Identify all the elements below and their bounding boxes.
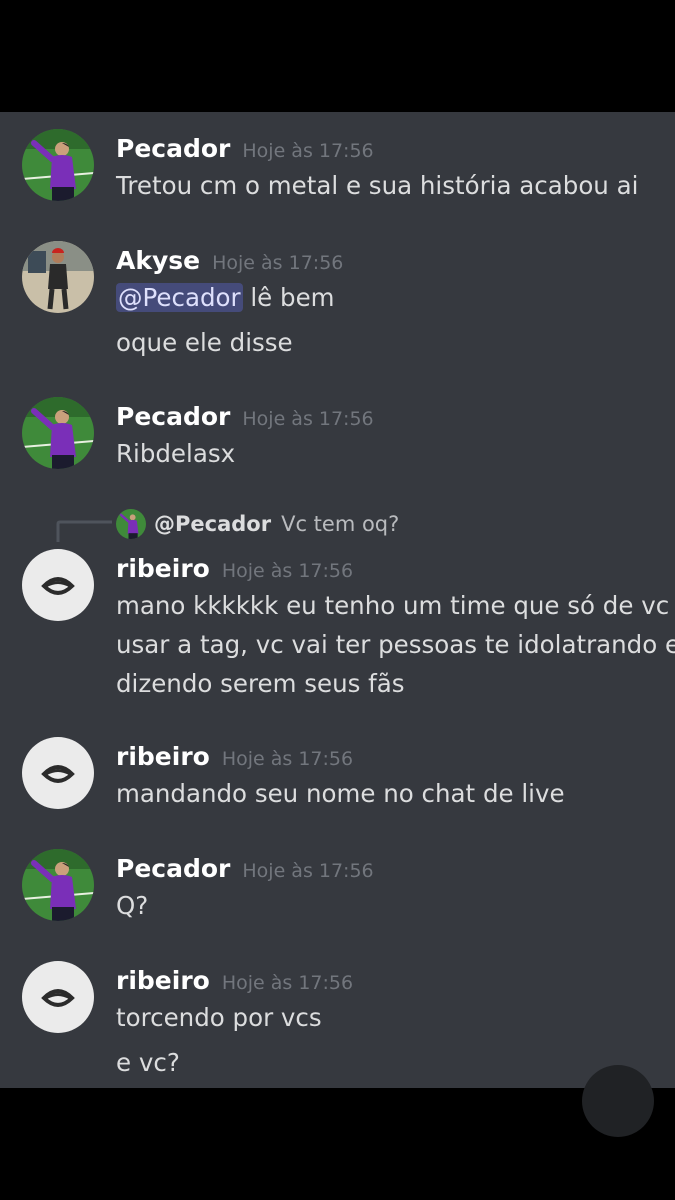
message-text: mandando seu nome no chat de live (116, 779, 565, 808)
eye-icon (41, 765, 75, 783)
message-text: e vc? (116, 1048, 180, 1077)
timestamp: Hoje às 17:56 (242, 140, 374, 162)
author-name[interactable]: ribeiro (116, 554, 210, 583)
reply-avatar (116, 509, 146, 539)
reply-text: Vc tem oq? (281, 512, 400, 536)
user-mention[interactable]: @Pecador (116, 283, 243, 312)
author-name[interactable]: ribeiro (116, 966, 210, 995)
pecador-avatar[interactable] (22, 849, 94, 921)
reply-author[interactable]: @Pecador (154, 512, 271, 536)
author-name[interactable]: Pecador (116, 854, 230, 883)
timestamp: Hoje às 17:56 (212, 252, 344, 274)
timestamp: Hoje às 17:56 (221, 748, 354, 770)
author-name[interactable]: Pecador (116, 402, 230, 431)
chat-area: Pecador Hoje às 17:56 Tretou cm o metal e… (0, 112, 675, 1088)
author-name[interactable]: Pecador (116, 134, 230, 163)
message-text: Q? (116, 891, 149, 920)
author-name[interactable]: Akyse (116, 246, 200, 275)
message-text: usar a tag, vc vai ter pessoas te idolat… (116, 630, 675, 659)
player-photo-avatar-icon (22, 397, 94, 469)
eye-icon (41, 989, 75, 1007)
eye-icon (41, 577, 75, 595)
timestamp: Hoje às 17:56 (242, 408, 374, 430)
reply-preview[interactable]: @Pecador Vc tem oq? (116, 509, 399, 539)
person-photo-avatar-icon (22, 241, 94, 313)
message-text: Tretou cm o metal e sua história acabou … (116, 171, 639, 200)
author-name[interactable]: ribeiro (116, 742, 210, 771)
message-text: Ribdelasx (116, 439, 236, 468)
timestamp: Hoje às 17:56 (221, 560, 354, 582)
ribeiro-avatar[interactable] (22, 549, 94, 621)
player-photo-avatar-icon (22, 849, 94, 921)
reply-connector (56, 520, 112, 542)
message-text-fragment: lê bem (250, 283, 335, 312)
ribeiro-avatar[interactable] (22, 961, 94, 1033)
message-text: oque ele disse (116, 328, 293, 357)
jump-to-present-button[interactable] (582, 1065, 654, 1137)
player-photo-avatar-icon (22, 129, 94, 201)
message-text: @Pecador lê bem (116, 283, 335, 312)
pecador-avatar[interactable] (22, 129, 94, 201)
timestamp: Hoje às 17:56 (221, 972, 354, 994)
player-photo-avatar-icon (116, 509, 146, 539)
message-text: dizendo serem seus fãs (116, 669, 405, 698)
ribeiro-avatar[interactable] (22, 737, 94, 809)
pecador-avatar[interactable] (22, 397, 94, 469)
message-text: torcendo por vcs (116, 1003, 322, 1032)
timestamp: Hoje às 17:56 (242, 860, 374, 882)
message-text: mano kkkkkk eu tenho um time que só de v… (116, 591, 670, 620)
akyse-avatar[interactable] (22, 241, 94, 313)
